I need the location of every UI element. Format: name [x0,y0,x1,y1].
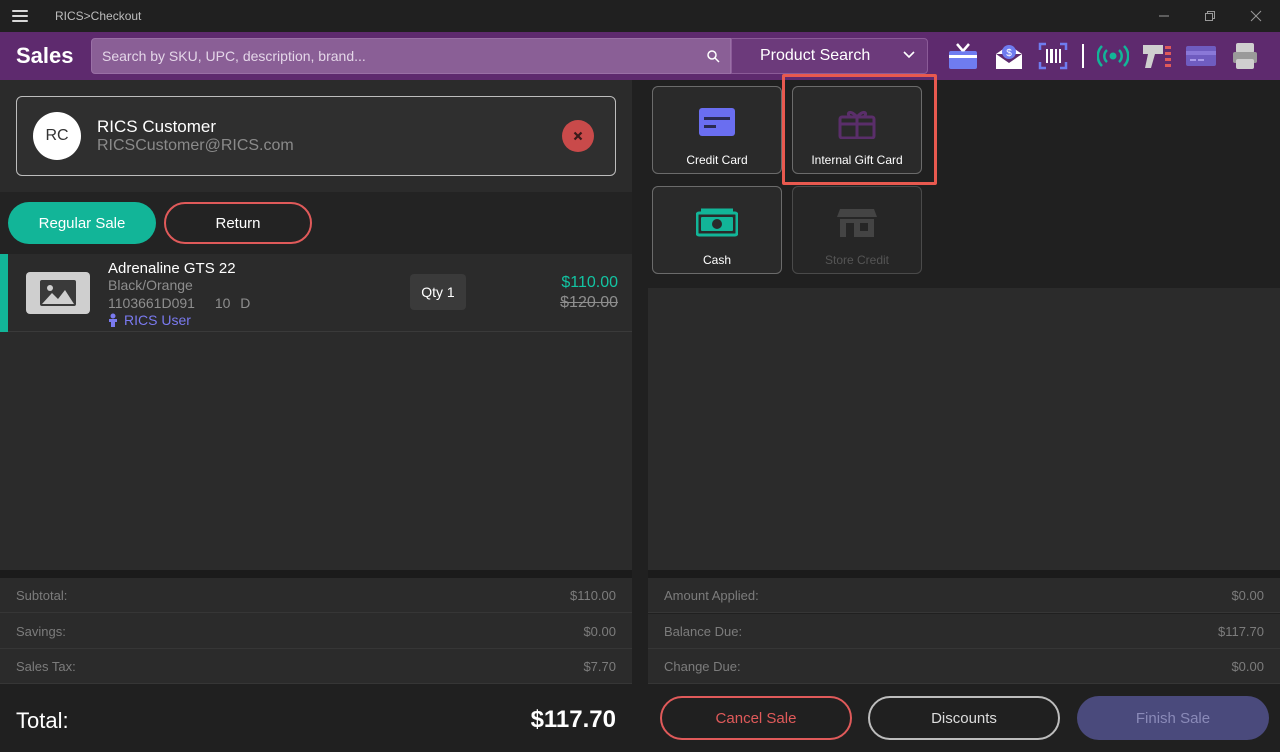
credit-card-icon [699,108,735,136]
close-icon[interactable] [1244,6,1268,26]
action-bar: Cancel Sale Discounts Finish Sale [648,684,1280,752]
tender-label: Store Credit [824,253,890,267]
barcode-scan-icon[interactable] [1037,40,1069,72]
quantity-button[interactable]: Qty 1 [410,274,466,310]
close-icon [573,131,583,141]
salesperson-name: RICS User [124,312,191,328]
item-name: Adrenaline GTS 22 [108,260,236,277]
change-due-label: Change Due: [664,659,741,674]
chevron-down-icon [903,51,915,59]
gift-icon [838,110,876,139]
item-original-price: $120.00 [560,294,618,311]
discounts-button[interactable]: Discounts [868,696,1060,740]
total-value: $117.70 [530,706,616,733]
tender-store-credit: Store Credit [792,186,922,274]
amount-applied-label: Amount Applied: [664,588,759,603]
search-mode-label: Product Search [760,47,871,64]
tender-label: Credit Card [686,153,748,167]
restore-icon[interactable] [1198,6,1222,26]
minimize-icon[interactable] [1152,6,1176,26]
balance-due-value: $117.70 [1217,624,1264,639]
line-item-accent [0,254,8,332]
savings-row: Savings: $0.00 [0,614,632,649]
item-price: $110.00 [561,274,618,291]
item-salesperson[interactable]: RICS User [108,312,191,328]
printer-icon[interactable] [1229,40,1261,72]
rfid-icon[interactable] [1097,40,1129,72]
search-mode-dropdown[interactable]: Product Search [731,38,928,74]
change-due-value: $0.00 [1231,659,1264,674]
regular-sale-button[interactable]: Regular Sale [8,202,156,244]
gift-card-icon[interactable] [947,40,979,72]
window-title: RICS>Checkout [55,9,142,23]
sales-header: Sales Product Search $ [0,32,1280,80]
balance-due-label: Balance Due: [664,624,743,639]
title-bar: RICS>Checkout [0,0,1280,32]
item-sku: 1103661D091 [108,295,195,311]
line-item[interactable]: Adrenaline GTS 22 Black/Orange 1103661D0… [0,254,632,332]
total-label: Total: [16,708,69,733]
tax-label: Sales Tax: [16,659,76,674]
email-receipt-icon[interactable]: $ [993,40,1025,72]
cancel-sale-button[interactable]: Cancel Sale [660,696,852,740]
item-color: Black/Orange [108,277,193,293]
tax-row: Sales Tax: $7.70 [0,649,632,684]
column-divider [632,80,648,752]
tender-cash[interactable]: Cash [652,186,782,274]
cart-panel: RC RICS Customer RICSCustomer@RICS.com R… [0,80,632,752]
item-sku-size: 1103661D091 10 D [108,295,250,311]
search-icon[interactable] [706,49,720,63]
item-width: D [240,295,251,311]
subtotal-value: $110.00 [569,588,616,603]
hamburger-icon[interactable] [12,10,28,22]
payments-panel [648,288,1280,570]
search-input[interactable] [102,39,692,73]
return-button[interactable]: Return [164,202,312,244]
page-title: Sales [16,43,74,68]
tender-label: Internal Gift Card [811,153,903,167]
divider [648,570,1280,578]
amount-applied-row: Amount Applied: $0.00 [648,578,1280,613]
tender-credit-card[interactable]: Credit Card [652,86,782,174]
person-icon [109,313,117,327]
product-image-placeholder-icon [26,272,90,314]
header-divider [1082,44,1084,68]
svg-text:$: $ [1006,48,1012,59]
store-icon [837,209,877,237]
subtotal-row: Subtotal: $110.00 [0,578,632,613]
sale-mode-bar: Regular Sale Return [0,192,632,254]
subtotal-label: Subtotal: [16,588,68,603]
amount-applied-value: $0.00 [1231,588,1264,603]
scanner-gun-icon[interactable] [1141,40,1173,72]
balance-due-row: Balance Due: $117.70 [648,614,1280,649]
search-box [91,38,731,74]
finish-sale-button[interactable]: Finish Sale [1077,696,1269,740]
customer-card[interactable]: RC RICS Customer RICSCustomer@RICS.com [16,96,616,176]
tender-label: Cash [702,253,731,267]
cash-icon [696,208,738,237]
tax-value: $7.70 [583,659,616,674]
item-size: 10 [214,295,231,311]
tender-internal-gift-card[interactable]: Internal Gift Card [792,86,922,174]
change-due-row: Change Due: $0.00 [648,649,1280,684]
customer-name: RICS Customer [97,117,217,136]
remove-customer-button[interactable] [562,120,594,152]
savings-value: $0.00 [583,624,616,639]
customer-email: RICSCustomer@RICS.com [97,137,294,154]
card-reader-icon[interactable] [1185,40,1217,72]
total-row: Total: $117.70 [0,684,632,752]
divider [0,570,632,578]
avatar: RC [33,112,81,160]
savings-label: Savings: [16,624,66,639]
